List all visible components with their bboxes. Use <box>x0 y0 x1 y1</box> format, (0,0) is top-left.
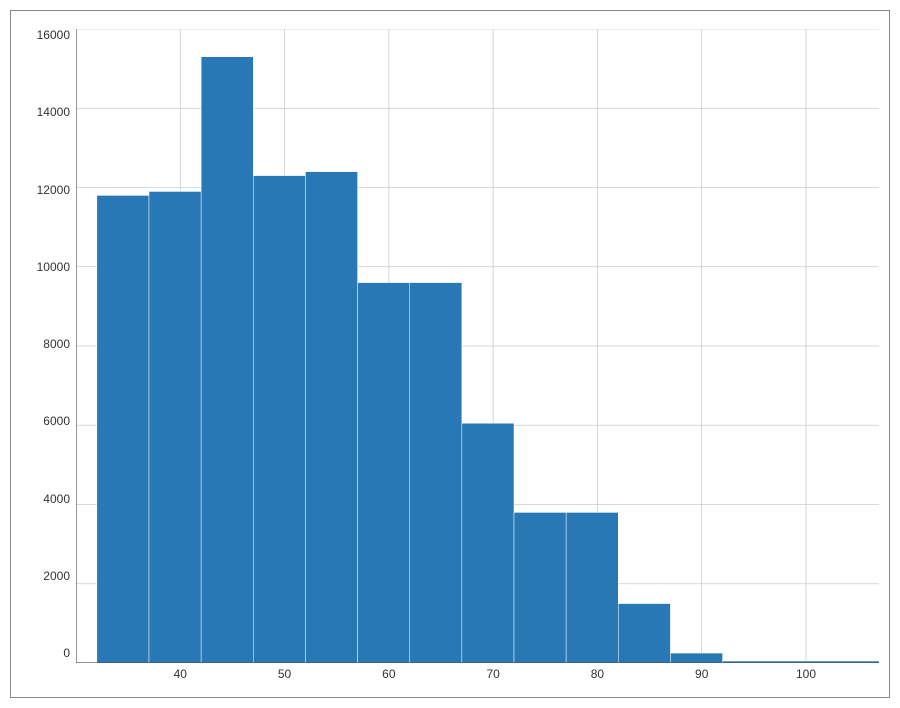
y-axis: 16000 14000 12000 10000 8000 6000 4000 2000 0 <box>21 29 76 687</box>
y-label: 2000 <box>43 570 70 582</box>
plot-area: 40 50 60 70 80 90 100 <box>76 29 879 687</box>
chart-container: 16000 14000 12000 10000 8000 6000 4000 2000 0 40… <box>10 10 890 698</box>
x-label: 50 <box>278 667 291 681</box>
x-label: 80 <box>591 667 604 681</box>
x-label: 40 <box>174 667 187 681</box>
y-label: 6000 <box>43 415 70 427</box>
x-label: 60 <box>382 667 395 681</box>
x-label: 100 <box>796 667 816 681</box>
x-label: 90 <box>695 667 708 681</box>
x-axis: 40 50 60 70 80 90 100 <box>76 663 879 687</box>
grid-and-bars <box>76 29 879 663</box>
chart-svg <box>76 29 879 663</box>
y-label: 0 <box>63 647 70 659</box>
y-label: 16000 <box>37 29 70 41</box>
chart-area: 16000 14000 12000 10000 8000 6000 4000 2000 0 40… <box>21 29 879 687</box>
y-label: 4000 <box>43 493 70 505</box>
y-label: 14000 <box>37 106 70 118</box>
y-label: 12000 <box>37 184 70 196</box>
x-label: 70 <box>486 667 499 681</box>
y-label: 10000 <box>37 261 70 273</box>
y-label: 8000 <box>43 338 70 350</box>
